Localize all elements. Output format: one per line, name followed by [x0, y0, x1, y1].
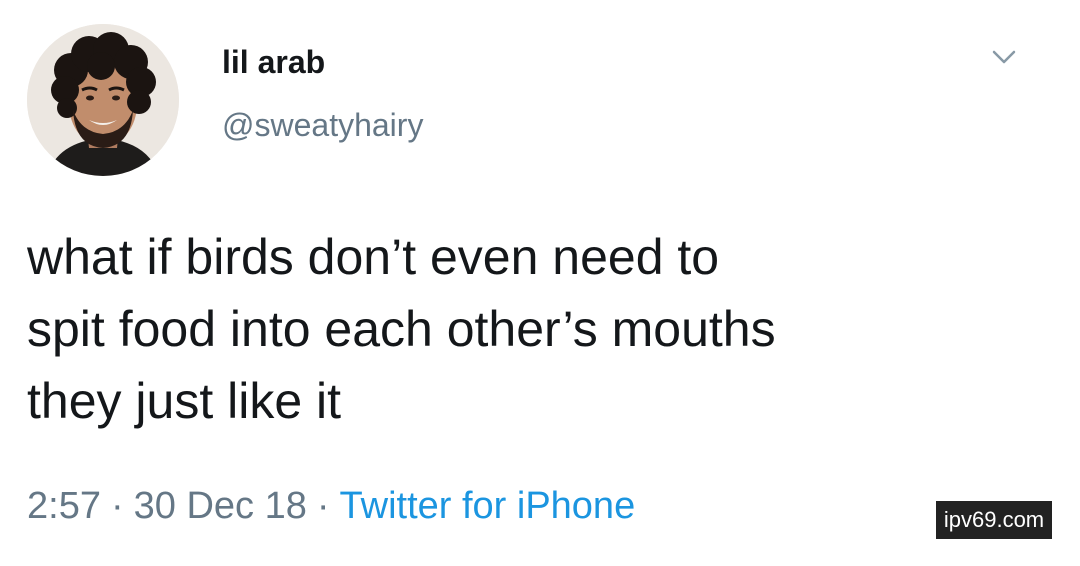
watermark: ipv69.com: [936, 501, 1052, 539]
avatar-image: [27, 24, 179, 176]
tweet-meta: 2:57 · 30 Dec 18 · Twitter for iPhone: [27, 485, 635, 528]
tweet-text-line: spit food into each other’s mouths: [27, 301, 776, 357]
tweet-text-line: they just like it: [27, 373, 342, 429]
tweet-source-link[interactable]: Twitter for iPhone: [340, 485, 636, 527]
avatar[interactable]: [27, 24, 179, 176]
tweet-date[interactable]: 30 Dec 18: [134, 485, 307, 527]
meta-separator: ·: [316, 485, 330, 527]
tweet-text: what if birds don’t even need to spit fo…: [27, 221, 1047, 437]
tweet-time[interactable]: 2:57: [27, 485, 101, 527]
meta-separator: ·: [110, 485, 124, 527]
chevron-down-icon[interactable]: [988, 41, 1020, 73]
tweet-text-line: what if birds don’t even need to: [27, 229, 720, 285]
author-handle[interactable]: @sweatyhairy: [222, 107, 423, 144]
tweet-card: lil arab @sweatyhairy what if birds don’…: [0, 0, 1080, 566]
author-display-name[interactable]: lil arab: [222, 44, 325, 81]
